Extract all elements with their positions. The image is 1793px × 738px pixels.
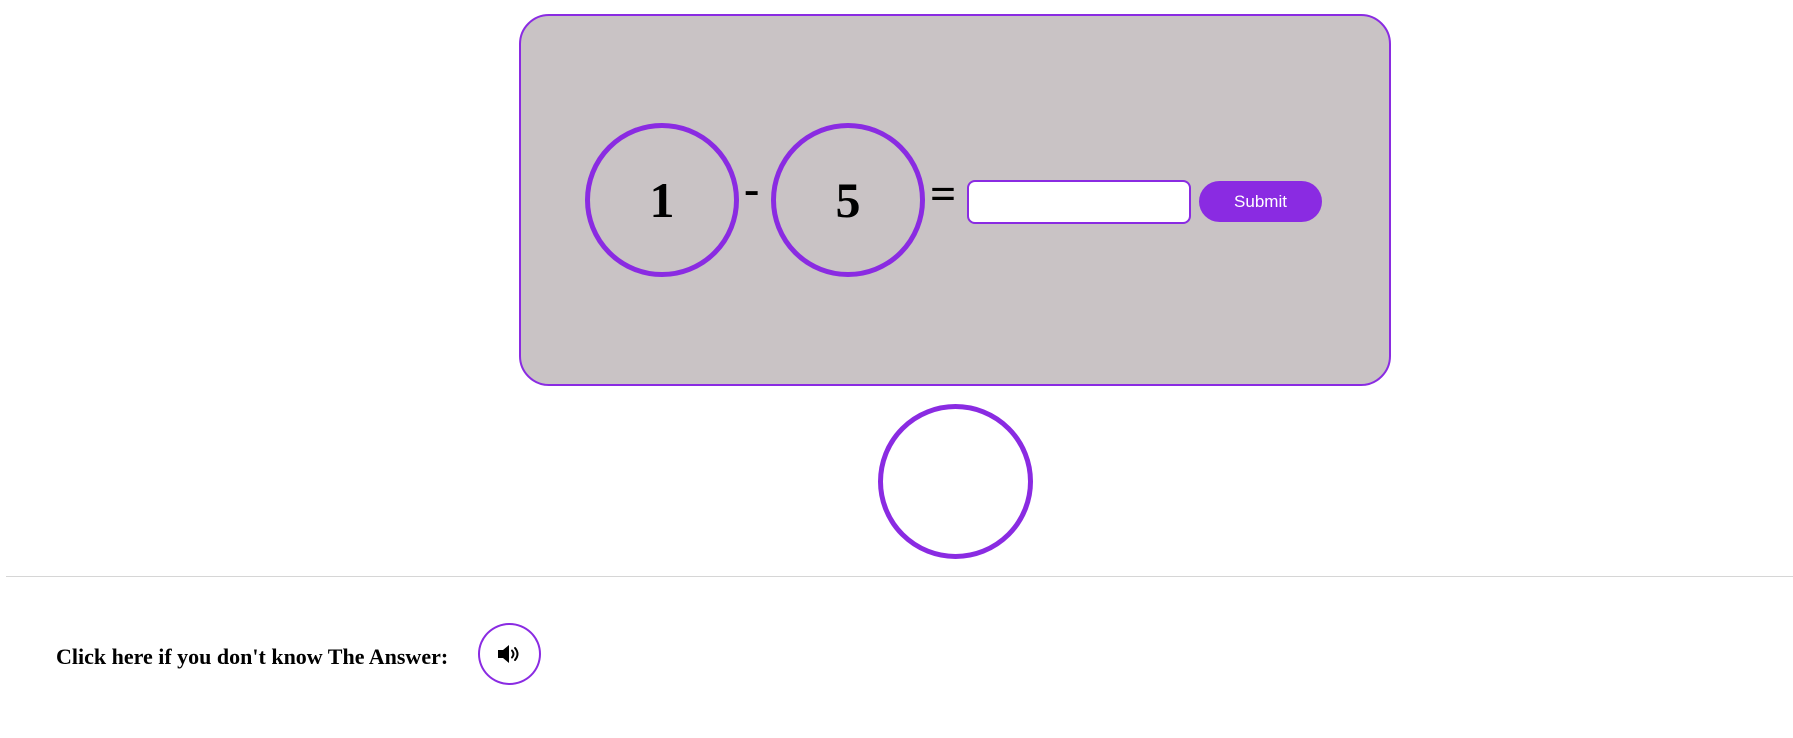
- operand-b-circle: 5: [771, 123, 925, 277]
- operand-a: 1: [649, 172, 675, 228]
- speaker-icon: [496, 643, 524, 665]
- result-circle: [878, 404, 1033, 559]
- operator-sign: -: [744, 163, 760, 214]
- operand-a-circle: 1: [585, 123, 739, 277]
- help-label: Click here if you don't know The Answer:: [56, 644, 449, 669]
- equation-panel: 1 - 5 = Submit: [519, 14, 1391, 386]
- equals-sign: =: [930, 168, 957, 219]
- operand-b: 5: [835, 172, 861, 228]
- speak-answer-button[interactable]: [478, 623, 541, 685]
- submit-button[interactable]: Submit: [1199, 181, 1322, 222]
- answer-input[interactable]: [967, 180, 1191, 224]
- divider: [6, 576, 1793, 577]
